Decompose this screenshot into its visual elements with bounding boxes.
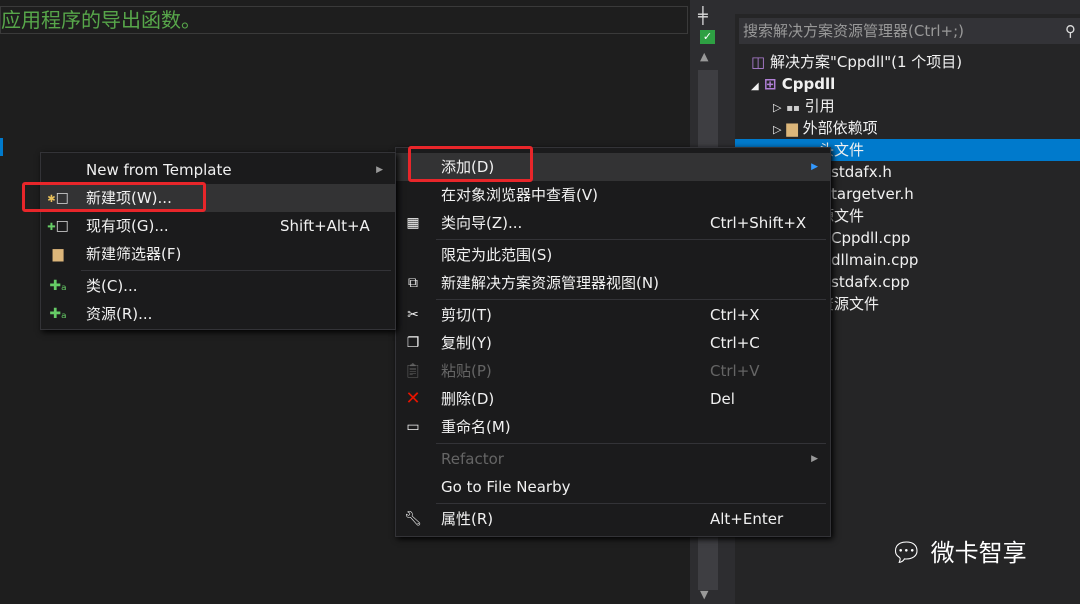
menu-text: 粘贴(P) (441, 362, 492, 380)
menu-text: 类向导(Z)... (441, 214, 523, 232)
menu-item-properties[interactable]: 🔧︎ 属性(R) Alt+Enter (396, 505, 830, 533)
new-view-icon: ⧉ (408, 275, 418, 291)
menu-item-existing-item[interactable]: ✚□ 现有项(G)... Shift+Alt+A (41, 212, 395, 240)
menu-text: Ctrl+Shift+X (710, 214, 807, 232)
add-class-icon: ✚ₐ (49, 278, 67, 294)
menu-text: 复制(Y) (441, 334, 492, 352)
menu-text: ✚ (47, 222, 56, 233)
collapsed-icon: ▷ (773, 101, 782, 114)
menu-text: 限定为此范围(S) (441, 246, 553, 264)
menu-text: Alt+Enter (710, 510, 784, 528)
menu-item-resource[interactable]: ✚ₐ 资源(R)... (41, 300, 395, 328)
menu-item-cut[interactable]: ✂ 剪切(T) Ctrl+X (396, 301, 830, 329)
add-resource-icon: ✚ₐ (49, 306, 67, 322)
split-icon[interactable]: ╪ (698, 6, 708, 25)
scissors-icon: ✂ (407, 307, 419, 323)
separator (436, 443, 826, 444)
menu-text: 现有项(G)... (86, 217, 169, 235)
separator (436, 299, 826, 300)
submenu-arrow-icon: ▶ (376, 165, 383, 175)
menu-item-new-filter[interactable]: ▆ 新建筛选器(F) (41, 240, 395, 268)
menu-item-view-in-object-browser[interactable]: 在对象浏览器中查看(V) (396, 181, 830, 209)
menu-item-refactor[interactable]: Refactor ▶ (396, 445, 830, 473)
menu-text: 资源(R)... (86, 305, 153, 323)
search-icon[interactable]: ⚲ (1065, 18, 1076, 44)
menu-text: 剪切(T) (441, 306, 492, 324)
menu-text: Ctrl+X (710, 306, 760, 324)
wrench-icon: 🔧︎ (404, 511, 422, 527)
menu-text: 删除(D) (441, 390, 495, 408)
rename-icon: ▭ (406, 419, 420, 435)
menu-item-scope-to-this[interactable]: 限定为此范围(S) (396, 241, 830, 269)
highlight-box-add (408, 146, 533, 182)
menu-item-class[interactable]: ✚ₐ 类(C)... (41, 272, 395, 300)
scroll-down-icon[interactable]: ▼ (700, 588, 708, 601)
menu-text: New from Template (86, 161, 232, 179)
tree-references[interactable]: ▷ ▪▪ 引用 (735, 95, 1080, 117)
menu-text: 在对象浏览器中查看(V) (441, 186, 598, 204)
menu-text: 属性(R) (441, 510, 494, 528)
menu-text: Refactor (441, 450, 504, 468)
add-submenu: New from Template ▶ ✱□ 新建项(W)... ✚□ 现有项(G).… (40, 152, 396, 330)
expanded-icon: ◢ (751, 81, 759, 92)
menu-text: 类(C)... (86, 277, 138, 295)
delete-x-icon: ✕ (405, 388, 421, 409)
tree-project[interactable]: ◢ ⊞ Cppdll (735, 73, 1080, 95)
submenu-arrow-icon: ▶ (811, 454, 818, 464)
menu-text: 新建解决方案资源管理器视图(N) (441, 274, 659, 292)
explorer-search-input[interactable]: 搜索解决方案资源管理器(Ctrl+;) ⚲ (739, 18, 1080, 44)
tree-solution[interactable]: ◫ 解决方案"Cppdll"(1 个项目) (735, 51, 1080, 73)
highlight-box-new-item (22, 182, 206, 212)
menu-text: Shift+Alt+A (280, 217, 370, 235)
solution-icon: ◫ (751, 53, 766, 71)
copy-icon: ❐ (406, 335, 420, 351)
code-comment-line: 应用程序的导出函数。 (0, 6, 688, 34)
tree-external-deps[interactable]: ▷ ▆ 外部依赖项 (735, 117, 1080, 139)
scroll-up-icon[interactable]: ▲ (700, 50, 708, 63)
menu-item-copy[interactable]: ❐ 复制(Y) Ctrl+C (396, 329, 830, 357)
menu-item-class-wizard[interactable]: ▦ 类向导(Z)... Ctrl+Shift+X (396, 209, 830, 237)
menu-text: Go to File Nearby (441, 478, 571, 496)
menu-text: 新建筛选器(F) (86, 245, 182, 263)
explorer-toolbar[interactable] (735, 0, 1080, 14)
check-icon: ✓ (700, 30, 715, 44)
wechat-icon: 💬︎ (890, 538, 924, 568)
menu-item-new-from-template[interactable]: New from Template ▶ (41, 156, 395, 184)
paste-icon: 📋︎ (404, 363, 422, 379)
menu-item-new-explorer-view[interactable]: ⧉ 新建解决方案资源管理器视图(N) (396, 269, 830, 297)
existing-item-icon: ✚□ (47, 218, 69, 234)
menu-text: Ctrl+C (710, 334, 760, 352)
menu-text: Del (710, 390, 735, 408)
line-indicator (0, 138, 3, 156)
references-icon: ▪▪ (786, 103, 800, 114)
context-menu: 添加(D) ▶ 在对象浏览器中查看(V) ▦ 类向导(Z)... Ctrl+Shift… (395, 147, 831, 537)
menu-text: Ctrl+V (710, 362, 760, 380)
submenu-arrow-icon: ▶ (811, 162, 818, 172)
menu-item-rename[interactable]: ▭ 重命名(M) (396, 413, 830, 441)
new-filter-icon: ▆ (52, 246, 64, 262)
separator (436, 239, 826, 240)
class-wizard-icon: ▦ (406, 215, 420, 231)
separator (81, 270, 391, 271)
separator (436, 503, 826, 504)
menu-text: 重命名(M) (441, 418, 511, 436)
menu-item-go-to-file-nearby[interactable]: Go to File Nearby (396, 473, 830, 501)
menu-item-delete[interactable]: ✕ 删除(D) Del (396, 385, 830, 413)
project-icon: ⊞ (763, 75, 777, 93)
menu-item-paste[interactable]: 📋︎ 粘贴(P) Ctrl+V (396, 357, 830, 385)
collapsed-icon: ▷ (773, 123, 782, 136)
folder-icon: ▆ (786, 119, 798, 137)
watermark: 💬︎ 微卡智享 (890, 538, 1027, 568)
